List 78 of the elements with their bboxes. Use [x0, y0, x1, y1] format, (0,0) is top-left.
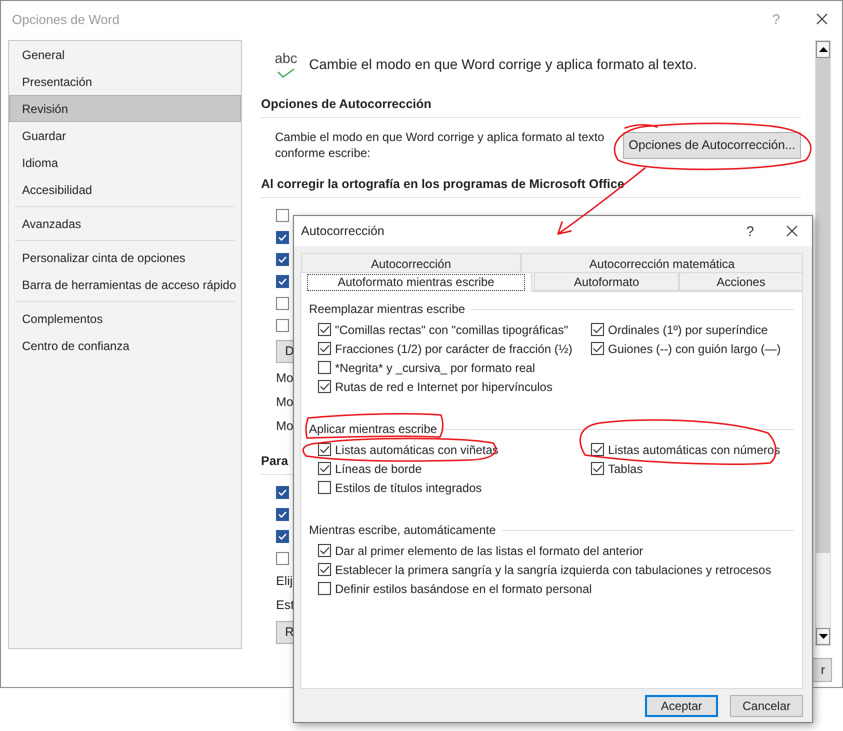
option-label: Mo: [276, 419, 294, 433]
tab[interactable]: Autocorrección: [301, 253, 521, 273]
checkbox-label: Establecer la primera sangría y la sangría izquierda con tabulaciones y retrocesos: [335, 562, 772, 576]
checkbox[interactable]: [276, 530, 289, 542]
sidebar-item[interactable]: Presentación: [9, 68, 241, 95]
sidebar-item[interactable]: Revisión: [9, 95, 241, 122]
sidebar-item[interactable]: Barra de herramientas de acceso rápido: [9, 271, 241, 298]
checkbox[interactable]: [318, 462, 331, 475]
check-icon: [277, 68, 295, 78]
window-title: Opciones de Word: [12, 12, 120, 26]
group-title: Mientras escribe, automáticamente: [309, 523, 496, 537]
checkbox-label: "Comillas rectas" con "comillas tipográficas": [335, 322, 568, 336]
description-text: Cambie el modo en que Word corrige y aplica formato al texto conforme escribe:: [275, 129, 606, 161]
checkbox-label: Estilos de títulos integrados: [335, 480, 482, 494]
checkbox[interactable]: [276, 252, 289, 266]
tab[interactable]: Autocorrección matemática: [521, 253, 803, 273]
checkbox[interactable]: [276, 486, 289, 498]
sidebar-item[interactable]: Complementos: [9, 305, 241, 332]
option-label: Elij: [276, 574, 293, 588]
group-title: Reemplazar mientras escribe: [309, 302, 466, 316]
checkbox[interactable]: [276, 274, 289, 288]
checkbox-label: Dar al primer elemento de las listas el formato del anterior: [335, 544, 644, 558]
checkbox[interactable]: [318, 582, 331, 595]
checkbox[interactable]: [276, 230, 289, 244]
checkbox-label: Fracciones (1/2) por carácter de fracción (½): [335, 342, 572, 356]
tab[interactable]: Acciones: [679, 272, 803, 291]
section-heading: Al corregir la ortografía en los programas de Microsoft Office: [261, 171, 801, 198]
checkbox-label: Definir estilos basándose en el formato personal: [335, 582, 592, 596]
checkbox-label: Rutas de red e Internet por hipervínculos: [335, 380, 552, 394]
checkbox[interactable]: [318, 380, 331, 393]
checkbox-label: Líneas de borde: [335, 462, 422, 476]
checkbox[interactable]: [318, 342, 331, 355]
checkbox[interactable]: [276, 508, 289, 520]
sidebar-item[interactable]: General: [9, 41, 241, 68]
checkbox[interactable]: [276, 318, 289, 332]
sidebar-item[interactable]: Centro de confianza: [9, 332, 241, 359]
checkbox-label: Ordinales (1º) por superíndice: [608, 322, 768, 336]
sidebar-item[interactable]: Personalizar cinta de opciones: [9, 244, 241, 271]
sidebar-item[interactable]: Accesibilidad: [9, 176, 241, 203]
close-icon[interactable]: [816, 13, 828, 25]
checkbox[interactable]: [591, 462, 604, 475]
section-heading: Opciones de Autocorrección: [261, 91, 801, 118]
option-label: Mo: [276, 371, 294, 385]
sidebar-item[interactable]: Guardar: [9, 122, 241, 149]
option-label: Mo: [276, 395, 294, 409]
checkbox[interactable]: [318, 481, 331, 494]
close-icon[interactable]: [786, 225, 798, 237]
checkbox[interactable]: [318, 443, 331, 456]
checkbox[interactable]: [318, 361, 331, 374]
up-arrow-icon: [818, 47, 828, 52]
checkbox[interactable]: [276, 296, 289, 310]
checkbox[interactable]: [591, 443, 604, 456]
autocorrect-options-button[interactable]: Opciones de Autocorrección...: [623, 132, 801, 158]
help-button[interactable]: ?: [746, 223, 754, 239]
scrollbar-thumb[interactable]: [816, 58, 830, 553]
tab[interactable]: Autoformato: [534, 272, 679, 291]
checkbox[interactable]: [318, 544, 331, 557]
ok-button[interactable]: Aceptar: [645, 695, 718, 717]
sidebar-item[interactable]: Idioma: [9, 149, 241, 176]
icon-label: abc: [274, 50, 298, 66]
checkbox[interactable]: [318, 323, 331, 336]
checkbox[interactable]: [276, 552, 289, 564]
scrollbar[interactable]: [815, 40, 831, 646]
checkbox[interactable]: [591, 323, 604, 336]
checkbox-label: Guiones (--) con guión largo (—): [608, 342, 781, 356]
header-text: Cambie el modo en que Word corrige y aplica formato al texto.: [309, 56, 698, 72]
group-title: Aplicar mientras escribe: [309, 422, 438, 436]
sidebar-item[interactable]: Avanzadas: [9, 210, 241, 237]
cancel-button[interactable]: Cancelar: [730, 695, 803, 717]
checkbox[interactable]: [591, 342, 604, 355]
option-label: Est: [276, 598, 294, 612]
down-arrow-icon: [818, 634, 828, 639]
checkbox-label: *Negrita* y _cursiva_ por formato real: [335, 360, 536, 374]
dialog-title: Autocorrección: [301, 224, 386, 238]
checkbox[interactable]: [276, 208, 289, 222]
checkbox[interactable]: [318, 563, 331, 576]
checkbox-label: Tablas: [608, 462, 643, 476]
tab[interactable]: Autoformato mientras escribe: [300, 272, 532, 292]
